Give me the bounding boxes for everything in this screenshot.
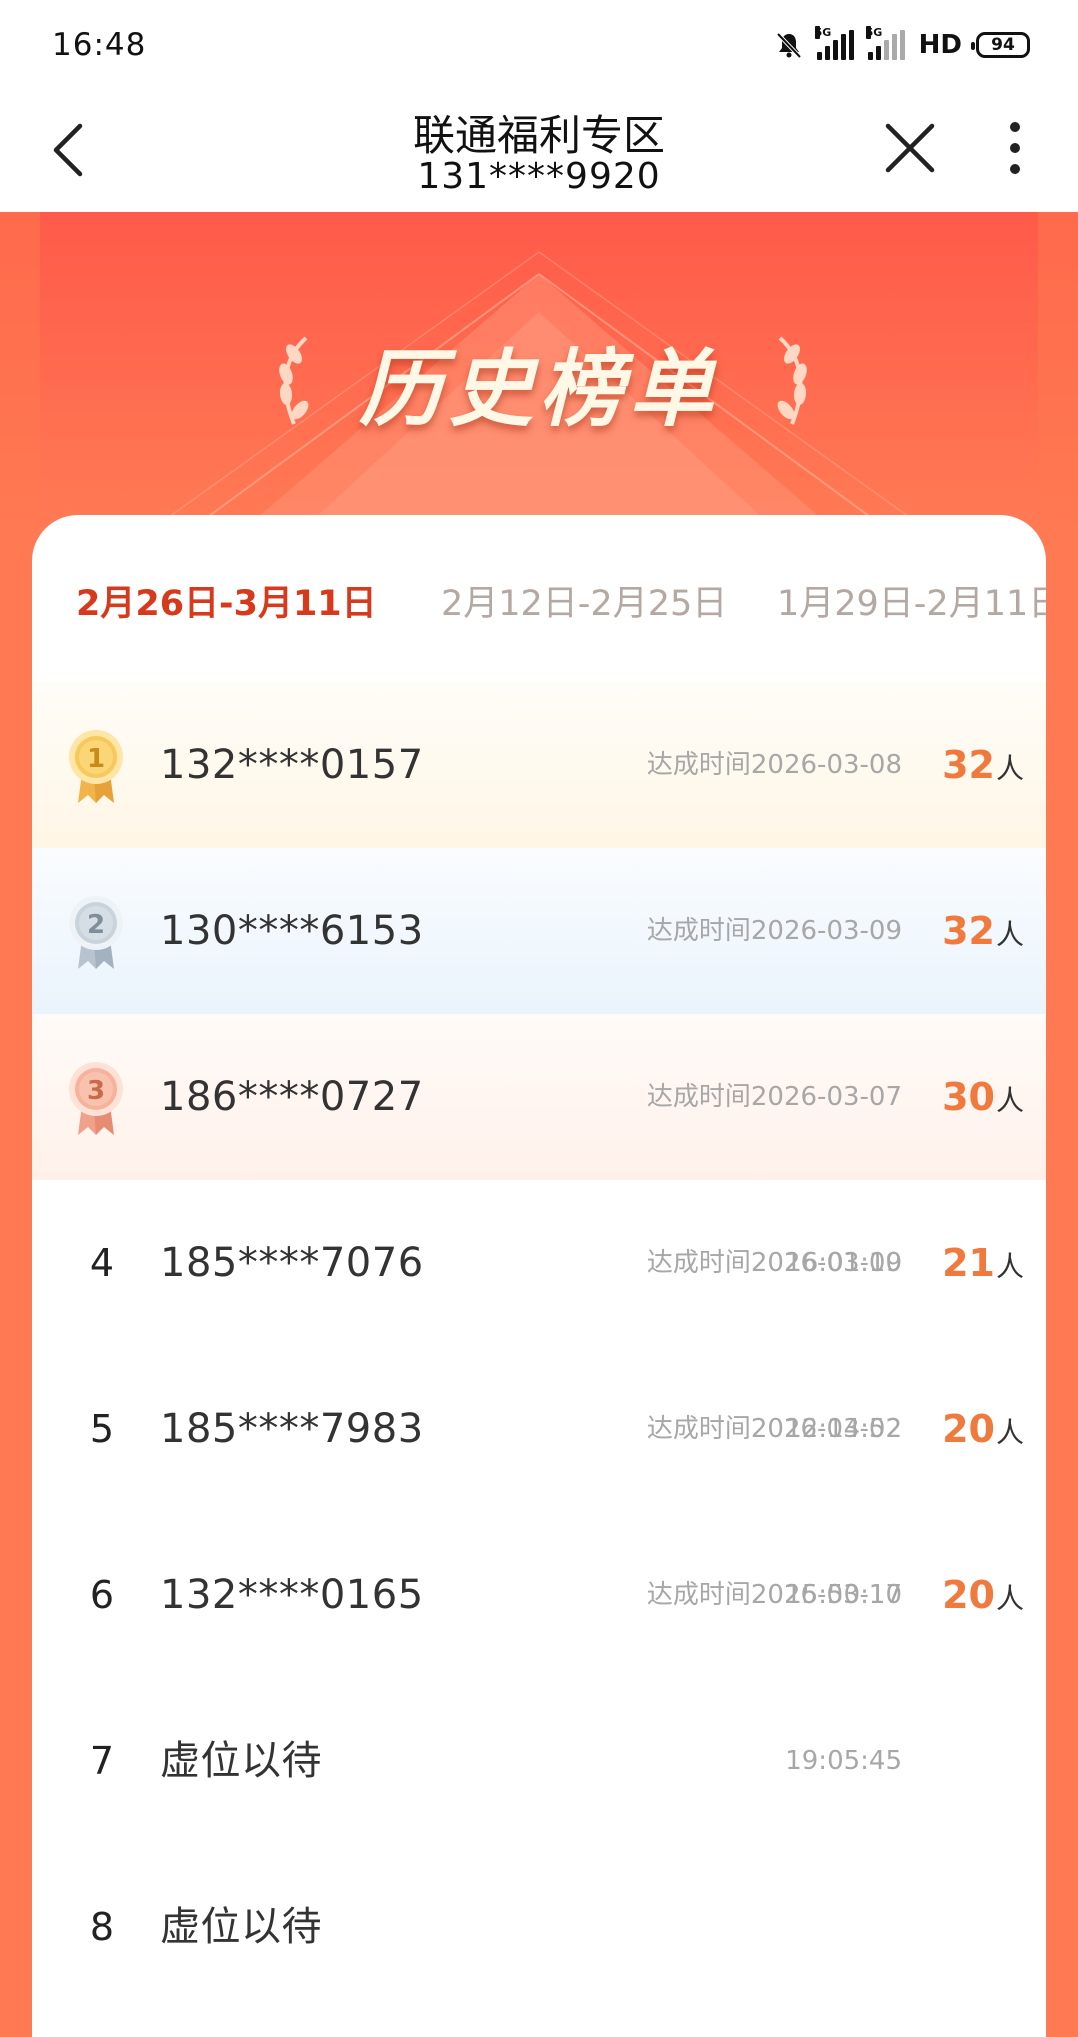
row-count-unit: 人 [995, 1416, 1024, 1449]
row-count: 30人 [942, 1014, 1024, 1180]
row-phone: 185****7983 [160, 1406, 424, 1452]
row-count: 20人 [942, 1346, 1024, 1512]
ranking-row: 2 130****6153 达成时间2026-03-09 09:22:30 32… [32, 848, 1046, 1112]
signal-icon-2: 5G [865, 26, 905, 60]
signal-icon: 5G [814, 26, 854, 60]
row-count: 32人 [942, 848, 1024, 1014]
row-placeholder: 虚位以待 [160, 1904, 322, 1950]
close-icon[interactable] [880, 118, 940, 178]
status-icons: 5G 5G HD 94 [775, 26, 1030, 60]
ranking-row: 1 132****0157 达成时间2026-03-08 06:53:34 32… [32, 682, 1046, 946]
bronze-medal-icon: 3 [69, 1062, 123, 1135]
svg-text:2: 2 [87, 910, 105, 940]
row-count-unit: 人 [995, 1582, 1024, 1615]
ranking-row: 5 185****7983 达成时间2026-03-02 15:50:17 20… [32, 1346, 1046, 1610]
status-time: 16:48 [52, 27, 147, 63]
ranking-row: 8 虚位以待 [32, 1844, 1046, 2010]
row-reach-time: 达成时间2026-03-10 19:05:45 [646, 1580, 902, 1776]
row-count-value: 32 [942, 743, 995, 787]
ranking-card: 2月26日-3月11日 2月12日-2月25日 1月29日-2月11日 1 13… [32, 515, 1046, 2037]
tab-period-2[interactable]: 2月12日-2月25日 [441, 575, 727, 626]
svg-text:3: 3 [87, 1076, 105, 1106]
row-reach-time: 达成时间2026-03-02 15:50:17 [646, 1414, 902, 1610]
hero-title: 历史榜单 [358, 339, 719, 438]
row-count-value: 32 [942, 909, 995, 953]
row-phone: 186****0727 [160, 1074, 424, 1120]
ranking-row: 7 虚位以待 [32, 1678, 1046, 1844]
ranking-row: 4 185****7076 达成时间2026-03-10 12:14:52 21… [32, 1180, 1046, 1444]
row-reach-time: 达成时间2026-03-08 06:53:34 [646, 750, 902, 946]
row-reach-time: 达成时间2026-03-09 09:22:30 [646, 916, 902, 1112]
period-tabs: 2月26日-3月11日 2月12日-2月25日 1月29日-2月11日 [32, 515, 1046, 675]
row-count: 21人 [942, 1180, 1024, 1346]
row-count-unit: 人 [995, 752, 1024, 785]
gold-medal-icon: 1 [69, 730, 123, 803]
row-count-unit: 人 [995, 1084, 1024, 1117]
row-rank: 4 [89, 1241, 115, 1285]
row-count: 20人 [942, 1512, 1024, 1678]
svg-text:1: 1 [87, 744, 105, 774]
nav-bar: 联通福利专区 131****9920 [0, 90, 1078, 212]
row-count: 32人 [942, 682, 1024, 848]
row-reach-time: 达成时间2026-03-07 16:01:09 [646, 1082, 902, 1278]
hero-banner: 历史榜单 [0, 212, 1078, 552]
row-placeholder: 虚位以待 [160, 1738, 322, 1784]
row-phone: 130****6153 [160, 908, 424, 954]
row-rank: 6 [89, 1573, 115, 1617]
row-count-unit: 人 [995, 918, 1024, 951]
row-count-value: 20 [942, 1573, 995, 1617]
row-count-value: 20 [942, 1407, 995, 1451]
row-count-value: 21 [942, 1241, 995, 1285]
row-phone: 132****0165 [160, 1572, 424, 1618]
network-label: 5G [814, 26, 832, 39]
row-phone: 132****0157 [160, 742, 424, 788]
ranking-row: 6 132****0165 达成时间2026-03-10 19:05:45 20… [32, 1512, 1046, 1776]
row-reach-time: 达成时间2026-03-10 12:14:52 [646, 1248, 902, 1444]
battery-level: 94 [991, 35, 1015, 55]
battery-icon: 94 [971, 32, 1030, 58]
tab-period-1[interactable]: 2月26日-3月11日 [76, 575, 377, 626]
tab-period-3[interactable]: 1月29日-2月11日 [777, 575, 1046, 626]
row-rank: 7 [89, 1739, 115, 1783]
row-rank: 5 [89, 1407, 115, 1451]
hd-indicator: HD [918, 30, 962, 60]
status-bar: 16:48 5G 5G HD 94 [0, 0, 1078, 90]
more-menu-icon[interactable] [1000, 118, 1030, 178]
row-count-value: 30 [942, 1075, 995, 1119]
mute-bell-icon [776, 32, 802, 59]
silver-medal-icon: 2 [69, 896, 123, 969]
row-rank: 8 [89, 1905, 115, 1949]
ranking-row: 3 186****0727 达成时间2026-03-07 16:01:09 30… [32, 1014, 1046, 1278]
network-label-2: 5G [865, 26, 883, 39]
row-phone: 185****7076 [160, 1240, 424, 1286]
row-count-unit: 人 [995, 1250, 1024, 1283]
ranking-list: 1 132****0157 达成时间2026-03-08 06:53:34 32… [32, 682, 1046, 2010]
